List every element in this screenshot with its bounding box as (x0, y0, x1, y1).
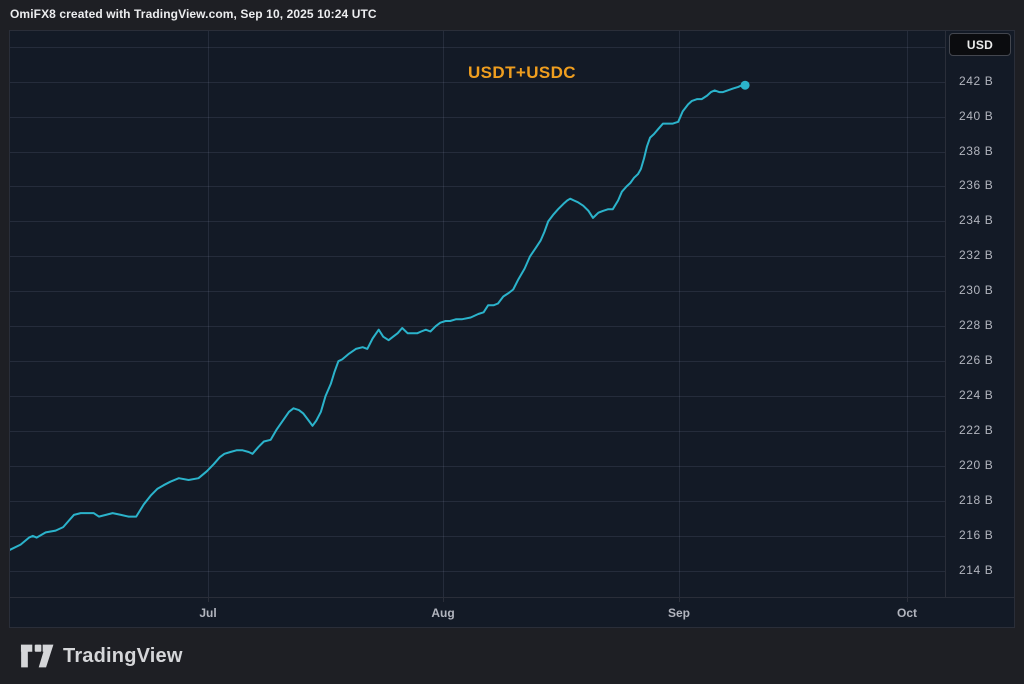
x-axis-label: Sep (657, 606, 701, 620)
y-axis-label: 236 B (959, 178, 993, 192)
y-axis-label: 240 B (959, 109, 993, 123)
y-axis-label: 228 B (959, 318, 993, 332)
snapshot-page: OmiFX8 created with TradingView.com, Sep… (0, 0, 1024, 684)
x-axis-tick (443, 598, 444, 602)
y-axis-label: 226 B (959, 353, 993, 367)
y-axis-label: 218 B (959, 493, 993, 507)
y-axis-label: 214 B (959, 563, 993, 577)
x-axis-tick (208, 598, 209, 602)
x-axis-tick (907, 598, 908, 602)
x-axis-label: Aug (421, 606, 465, 620)
series-title: USDT+USDC (468, 63, 576, 83)
y-axis-label: 230 B (959, 283, 993, 297)
x-axis-label: Oct (885, 606, 929, 620)
price-axis[interactable]: 242 B 240 B 238 B 236 B 234 B 232 B 230 B 228 B… (945, 31, 1015, 597)
y-axis-label: 222 B (959, 423, 993, 437)
footer-bar: TradingView (0, 628, 1024, 684)
chart-widget: USDT+USDC 242 B 240 B 238 B 236 B 234 B 232 B… (9, 30, 1015, 628)
tradingview-mark-icon (20, 643, 54, 669)
chart-canvas[interactable] (10, 31, 945, 597)
tradingview-brand-text: TradingView (63, 645, 183, 668)
y-axis-label: 232 B (959, 248, 993, 262)
y-axis-label: 234 B (959, 213, 993, 227)
y-axis-label: 238 B (959, 144, 993, 158)
plot-area[interactable]: USDT+USDC (10, 31, 945, 597)
series-line (10, 85, 745, 550)
y-axis-label: 224 B (959, 388, 993, 402)
last-point-marker (741, 81, 750, 90)
y-axis-label: 216 B (959, 528, 993, 542)
currency-toggle-button[interactable]: USD (949, 33, 1011, 56)
x-axis-label: Jul (186, 606, 230, 620)
attribution-text: OmiFX8 created with TradingView.com, Sep… (10, 7, 377, 21)
y-axis-label: 242 B (959, 74, 993, 88)
tradingview-logo[interactable]: TradingView (20, 643, 183, 669)
y-axis-label: 220 B (959, 458, 993, 472)
x-axis-tick (679, 598, 680, 602)
time-axis[interactable]: Jul Aug Sep Oct (10, 597, 1014, 628)
header-bar: OmiFX8 created with TradingView.com, Sep… (0, 0, 1024, 30)
